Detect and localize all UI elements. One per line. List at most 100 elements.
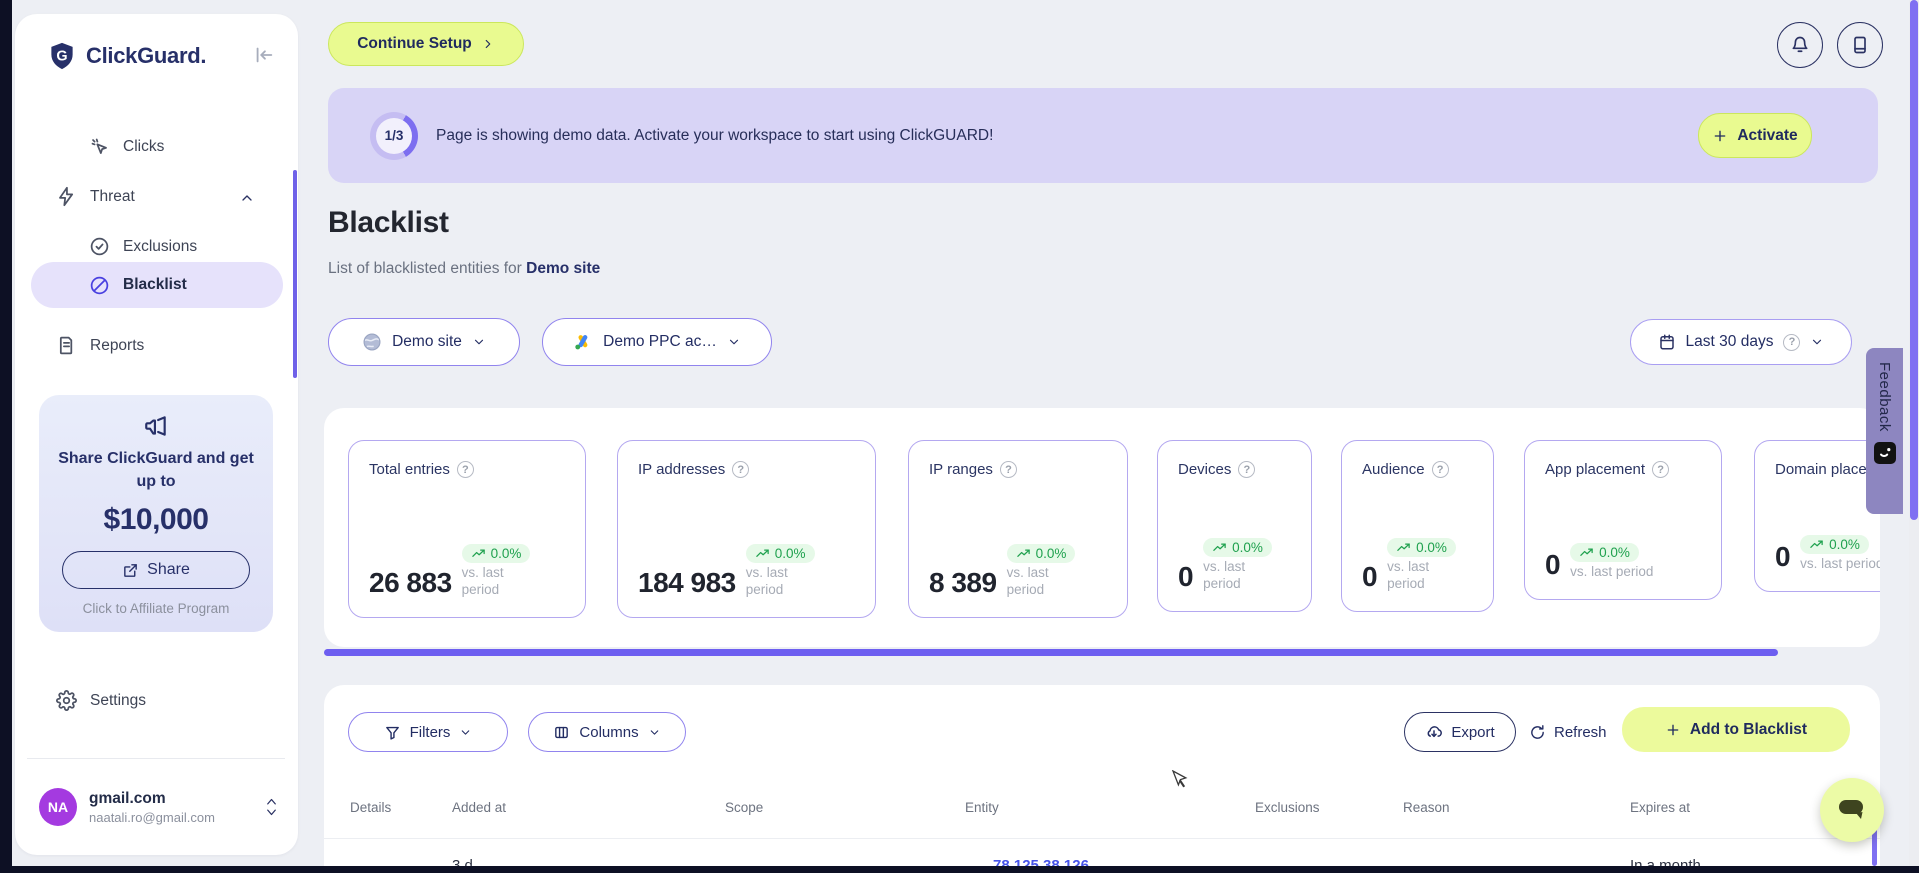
sidebar-item-reports[interactable]: Reports [56, 335, 144, 356]
page-scrollbar-thumb[interactable] [1910, 0, 1918, 520]
docs-button[interactable] [1837, 22, 1883, 68]
badge-check-icon [89, 236, 110, 257]
chevron-down-icon [648, 726, 661, 739]
help-icon[interactable]: ? [999, 461, 1017, 478]
sidebar-scrollbar[interactable] [293, 170, 297, 378]
sidebar-item-blacklist-active[interactable]: Blacklist [31, 262, 283, 308]
sidebar-item-exclusions[interactable]: Exclusions [89, 236, 197, 257]
chevron-down-icon [472, 335, 486, 349]
globe-icon [362, 332, 382, 352]
stats-panel: Total entries? 26 883 0.0% vs. last peri… [324, 408, 1880, 647]
activate-label: Activate [1737, 126, 1798, 144]
stat-card-ip-addresses: IP addresses? 184 983 0.0% vs. last peri… [617, 440, 876, 618]
sidebar-collapse-icon[interactable] [253, 44, 275, 66]
notifications-button[interactable] [1777, 22, 1823, 68]
sidebar-item-clicks[interactable]: Clicks [89, 136, 164, 157]
app-window: G ClickGuard. Clicks Threat Exclusions B… [12, 0, 1909, 866]
help-icon[interactable]: ? [1431, 461, 1449, 478]
stat-title: Domain placement [1775, 461, 1880, 478]
stat-value: 8 389 [929, 567, 997, 598]
stat-caption: vs. last period [1203, 559, 1246, 592]
cell-entity-link[interactable]: 78.125.38.126 [993, 857, 1089, 866]
demo-data-banner: 1/3 Page is showing demo data. Activate … [328, 88, 1878, 183]
page-subtitle: List of blacklisted entities for Demo si… [328, 260, 600, 278]
columns-button[interactable]: Columns [528, 712, 686, 752]
chevron-up-icon[interactable] [239, 190, 255, 206]
chevron-right-icon [481, 37, 495, 51]
book-icon [1850, 35, 1870, 55]
stat-card-ip-ranges: IP ranges? 8 389 0.0% vs. last period [908, 440, 1128, 618]
help-icon[interactable]: ? [1238, 461, 1256, 478]
setup-progress-ring: 1/3 [370, 111, 418, 160]
trending-up-icon [1397, 543, 1410, 552]
columns-icon [553, 724, 570, 741]
document-icon [56, 335, 77, 356]
megaphone-icon [39, 395, 273, 439]
stat-value: 184 983 [638, 567, 736, 598]
chevron-down-icon [727, 335, 741, 349]
lightning-icon [56, 186, 77, 207]
columns-label: Columns [579, 723, 639, 741]
help-icon[interactable]: ? [456, 461, 474, 478]
refresh-button[interactable]: Refresh [1529, 712, 1607, 752]
sidebar-item-threat[interactable]: Threat [56, 186, 135, 207]
stat-card-audience: Audience? 0 0.0% vs. last period [1341, 440, 1494, 612]
trending-up-icon [1580, 548, 1593, 557]
continue-setup-button[interactable]: Continue Setup [328, 22, 524, 66]
help-icon[interactable]: ? [1652, 461, 1670, 478]
export-button[interactable]: Export [1404, 712, 1516, 752]
affiliate-promo-card[interactable]: Share ClickGuard and get up to $10,000 S… [39, 395, 273, 632]
stat-caption: vs. last period [1570, 564, 1654, 580]
google-ads-icon [573, 332, 593, 352]
date-range-selector[interactable]: Last 30 days ? [1630, 319, 1852, 365]
add-to-blacklist-label: Add to Blacklist [1689, 720, 1808, 738]
affiliate-link[interactable]: Click to Affiliate Program [39, 601, 273, 616]
stat-delta: 0.0% [1416, 540, 1447, 556]
filters-button[interactable]: Filters [348, 712, 508, 752]
stat-value: 0 [1178, 561, 1194, 592]
setup-progress-value: 1/3 [376, 117, 412, 154]
stat-title: Devices [1178, 461, 1232, 478]
column-header-expires-at: Expires at [1630, 800, 1691, 815]
stat-value: 26 883 [369, 567, 452, 598]
stat-caption: vs. last period [1006, 565, 1049, 598]
sidebar-item-label: Reports [90, 336, 145, 354]
horizontal-scrollbar[interactable] [324, 649, 1778, 656]
page-subtitle-text: List of blacklisted entities for [328, 260, 522, 277]
help-icon[interactable]: ? [732, 461, 750, 478]
share-button-label: Share [147, 561, 190, 579]
page-subtitle-site: Demo site [526, 260, 601, 277]
table-panel: Filters Columns Export Refresh Add to Bl… [324, 685, 1880, 866]
trending-up-icon [471, 549, 485, 558]
share-button[interactable]: Share [62, 551, 250, 590]
cell-expires-at: In a month [1630, 857, 1701, 866]
plus-icon [1665, 722, 1681, 738]
column-header-added-at: Added at [452, 800, 507, 815]
site-selector[interactable]: Demo site [328, 318, 520, 366]
sidebar: G ClickGuard. Clicks Threat Exclusions B… [15, 14, 298, 855]
trending-up-icon [1810, 540, 1823, 549]
add-to-blacklist-button[interactable]: Add to Blacklist [1622, 707, 1850, 752]
stat-title: IP ranges [929, 461, 993, 478]
sidebar-divider [27, 758, 285, 759]
stat-delta: 0.0% [490, 546, 522, 562]
account-switcher[interactable]: NA gmail.com naatali.ro@gmail.com [39, 788, 279, 826]
sidebar-item-label: Settings [90, 691, 147, 709]
feedback-tab[interactable]: Feedback [1866, 348, 1903, 514]
shield-logo-icon: G [47, 40, 77, 72]
chat-widget-button[interactable] [1820, 778, 1884, 842]
sidebar-item-label: Exclusions [123, 237, 198, 255]
stat-card-total-entries: Total entries? 26 883 0.0% vs. last peri… [348, 440, 586, 618]
calendar-icon [1658, 333, 1676, 351]
sidebar-item-settings[interactable]: Settings [56, 690, 146, 711]
activate-button[interactable]: Activate [1698, 113, 1812, 158]
brand-name: ClickGuard. [86, 43, 207, 68]
help-icon[interactable]: ? [1783, 333, 1801, 351]
page-title: Blacklist [328, 206, 449, 239]
promo-text: Share ClickGuard and get up to [58, 450, 254, 491]
ppc-account-selector[interactable]: Demo PPC ac… [542, 318, 772, 366]
stat-value: 0 [1362, 561, 1378, 592]
page-scrollbar[interactable] [1909, 0, 1919, 866]
external-link-icon [122, 562, 139, 579]
column-header-scope: Scope [725, 800, 764, 815]
